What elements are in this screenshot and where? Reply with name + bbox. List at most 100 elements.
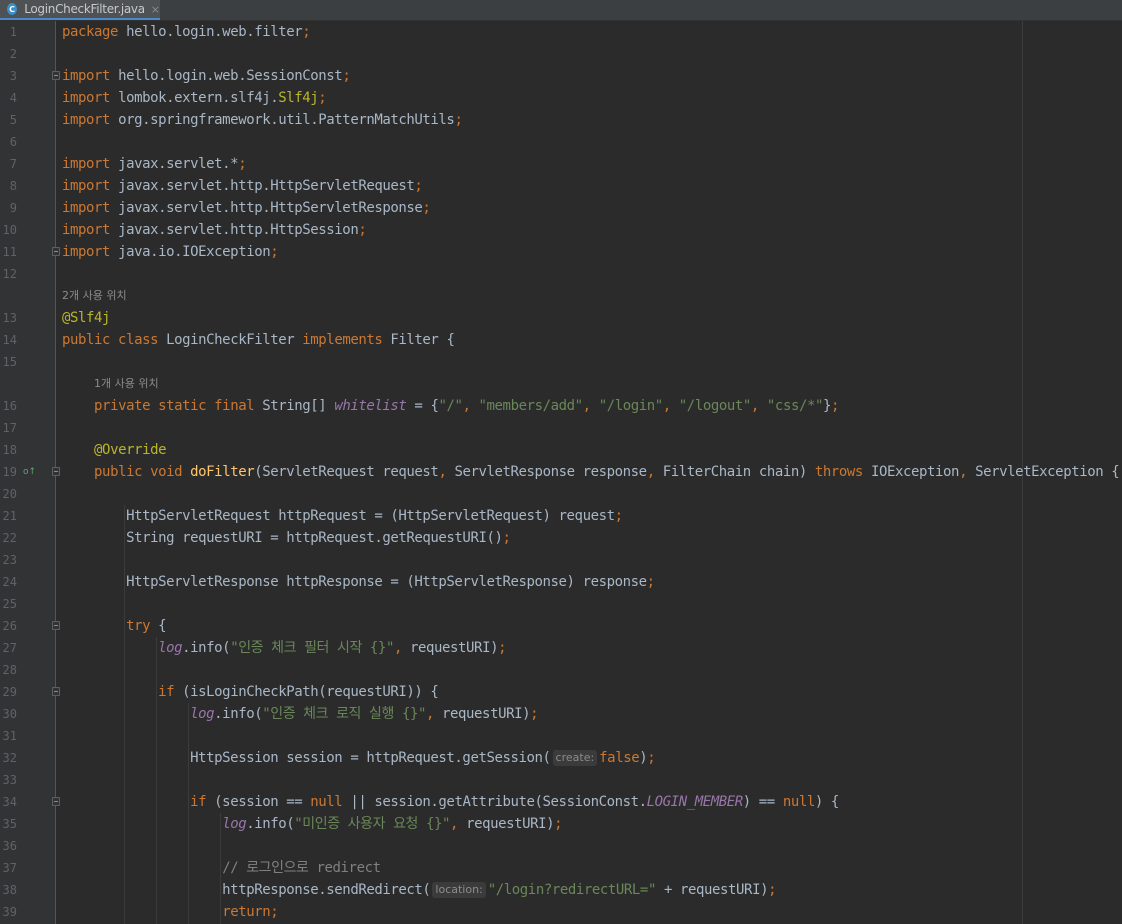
code-line[interactable]: 31 xyxy=(0,725,1122,747)
usage-count-hint[interactable]: 1개 사용 위치 xyxy=(94,373,159,395)
code-line[interactable]: 26 try { xyxy=(0,615,1122,637)
code-line[interactable]: 38 httpResponse.sendRedirect(location: "/… xyxy=(0,879,1122,901)
code-token: ; xyxy=(498,640,507,656)
code-text: HttpServletRequest httpRequest = (HttpSe… xyxy=(62,505,623,527)
line-number: 18 xyxy=(2,443,17,457)
usage-count-hint[interactable]: 2개 사용 위치 xyxy=(62,285,127,307)
code-line[interactable]: 37 // 로그인으로 redirect xyxy=(0,857,1122,879)
tab-title: LoginCheckFilter.java xyxy=(24,2,145,16)
code-line[interactable]: 28 xyxy=(0,659,1122,681)
code-line[interactable]: 30 log.info("인증 체크 로직 실행 {}", requestURI… xyxy=(0,703,1122,725)
code-token: import xyxy=(62,222,119,238)
line-number: 39 xyxy=(2,905,17,919)
code-token: (session == xyxy=(214,794,311,810)
code-token: "인증 체크 로직 실행 {}" xyxy=(262,706,426,722)
code-token: import xyxy=(62,112,119,128)
line-number: 5 xyxy=(9,113,17,127)
code-token: javax.servlet.http.HttpSession xyxy=(118,222,359,238)
code-token: ; xyxy=(554,816,563,832)
code-text: import javax.servlet.http.HttpServletReq… xyxy=(62,175,423,197)
line-number: 2 xyxy=(9,47,17,61)
code-token: javax.servlet.* xyxy=(118,156,239,172)
code-token: HttpSession session = httpRequest.getSes… xyxy=(62,750,551,766)
code-line[interactable]: 39 return; xyxy=(0,901,1122,923)
code-text: private static final String[] whitelist … xyxy=(62,395,839,417)
code-line[interactable]: 34 if (session == null || session.getAtt… xyxy=(0,791,1122,813)
code-line[interactable]: 3 import hello.login.web.SessionConst; xyxy=(0,65,1122,87)
code-line[interactable]: 21 HttpServletRequest httpRequest = (Htt… xyxy=(0,505,1122,527)
parameter-hint: create: xyxy=(552,750,598,766)
code-token: , xyxy=(646,464,663,480)
code-line[interactable]: 7 import javax.servlet.*; xyxy=(0,153,1122,175)
code-line[interactable]: 4 import lombok.extern.slf4j.Slf4j; xyxy=(0,87,1122,109)
code-line[interactable]: 29 if (isLoginCheckPath(requestURI)) { xyxy=(0,681,1122,703)
code-line[interactable]: 19 o↑ public void doFilter(ServletRequest… xyxy=(0,461,1122,483)
code-line[interactable]: 25 xyxy=(0,593,1122,615)
code-line[interactable]: 32 HttpSession session = httpRequest.get… xyxy=(0,747,1122,769)
fold-icon[interactable] xyxy=(52,71,60,80)
code-line[interactable]: 9 import javax.servlet.http.HttpServletRe… xyxy=(0,197,1122,219)
code-text: @Override xyxy=(62,439,167,461)
code-token: log xyxy=(222,816,247,832)
code-line[interactable]: 23 xyxy=(0,549,1122,571)
code-line[interactable]: 14 public class LoginCheckFilter implemen… xyxy=(0,329,1122,351)
code-token: , xyxy=(662,398,679,414)
code-line[interactable]: 24 HttpServletResponse httpResponse = (H… xyxy=(0,571,1122,593)
code-line[interactable]: 11 import java.io.IOException; xyxy=(0,241,1122,263)
code-line[interactable]: 16 private static final String[] whiteli… xyxy=(0,395,1122,417)
code-line[interactable]: 1 package hello.login.web.filter; xyxy=(0,21,1122,43)
override-method-icon[interactable]: o↑ xyxy=(23,466,37,478)
code-token: ; xyxy=(422,200,431,216)
code-line[interactable]: 35 log.info("미인증 사용자 요청 {}", requestURI)… xyxy=(0,813,1122,835)
code-line[interactable]: 36 xyxy=(0,835,1122,857)
fold-icon[interactable] xyxy=(52,467,60,476)
line-number: 28 xyxy=(2,663,17,677)
code-line[interactable]: 13 @Slf4j xyxy=(0,307,1122,329)
code-line[interactable]: 6 xyxy=(0,131,1122,153)
code-line[interactable]: 18 @Override xyxy=(0,439,1122,461)
code-line[interactable]: 12 xyxy=(0,263,1122,285)
java-class-icon: C xyxy=(7,3,18,15)
code-line[interactable]: 20 xyxy=(0,483,1122,505)
code-token: + requestURI) xyxy=(663,882,769,898)
code-line[interactable]: 10 import javax.servlet.http.HttpSession; xyxy=(0,219,1122,241)
code-text: // 로그인으로 redirect xyxy=(62,857,381,879)
fold-icon[interactable] xyxy=(52,687,60,696)
line-number: 6 xyxy=(9,135,17,149)
code-line[interactable]: 22 String requestURI = httpRequest.getRe… xyxy=(0,527,1122,549)
code-token: log xyxy=(190,706,215,722)
code-line[interactable]: 17 xyxy=(0,417,1122,439)
fold-icon[interactable] xyxy=(52,247,60,256)
line-number: 19 xyxy=(2,465,17,479)
code-token: , xyxy=(582,398,599,414)
line-number: 20 xyxy=(2,487,17,501)
code-token: if xyxy=(190,794,215,810)
code-text: HttpSession session = httpRequest.getSes… xyxy=(62,747,656,769)
code-line[interactable]: 5 import org.springframework.util.Pattern… xyxy=(0,109,1122,131)
indent-guide xyxy=(156,637,157,924)
code-token: , xyxy=(959,464,976,480)
line-number: 8 xyxy=(9,179,17,193)
code-line[interactable]: 2 xyxy=(0,43,1122,65)
code-line[interactable]: 27 log.info("인증 체크 필터 시작 {}", requestURI… xyxy=(0,637,1122,659)
code-line[interactable]: 33 xyxy=(0,769,1122,791)
close-icon[interactable]: × xyxy=(151,3,160,16)
code-token: org.springframework.util.PatternMatchUti… xyxy=(118,112,455,128)
fold-icon[interactable] xyxy=(52,621,60,630)
code-line[interactable]: 15 xyxy=(0,351,1122,373)
code-line[interactable]: 8 import javax.servlet.http.HttpServletRe… xyxy=(0,175,1122,197)
code-token: private static final xyxy=(94,398,263,414)
code-token: @Override xyxy=(94,442,167,458)
code-token: ; xyxy=(530,706,539,722)
tab-logincheckfilter[interactable]: C LoginCheckFilter.java × xyxy=(0,0,160,20)
fold-icon[interactable] xyxy=(52,797,60,806)
code-token: } xyxy=(822,398,831,414)
code-text: log.info("미인증 사용자 요청 {}", requestURI); xyxy=(62,813,562,835)
code-token: java.io.IOException xyxy=(118,244,271,260)
code-token: ) == xyxy=(742,794,783,810)
line-number: 15 xyxy=(2,355,17,369)
